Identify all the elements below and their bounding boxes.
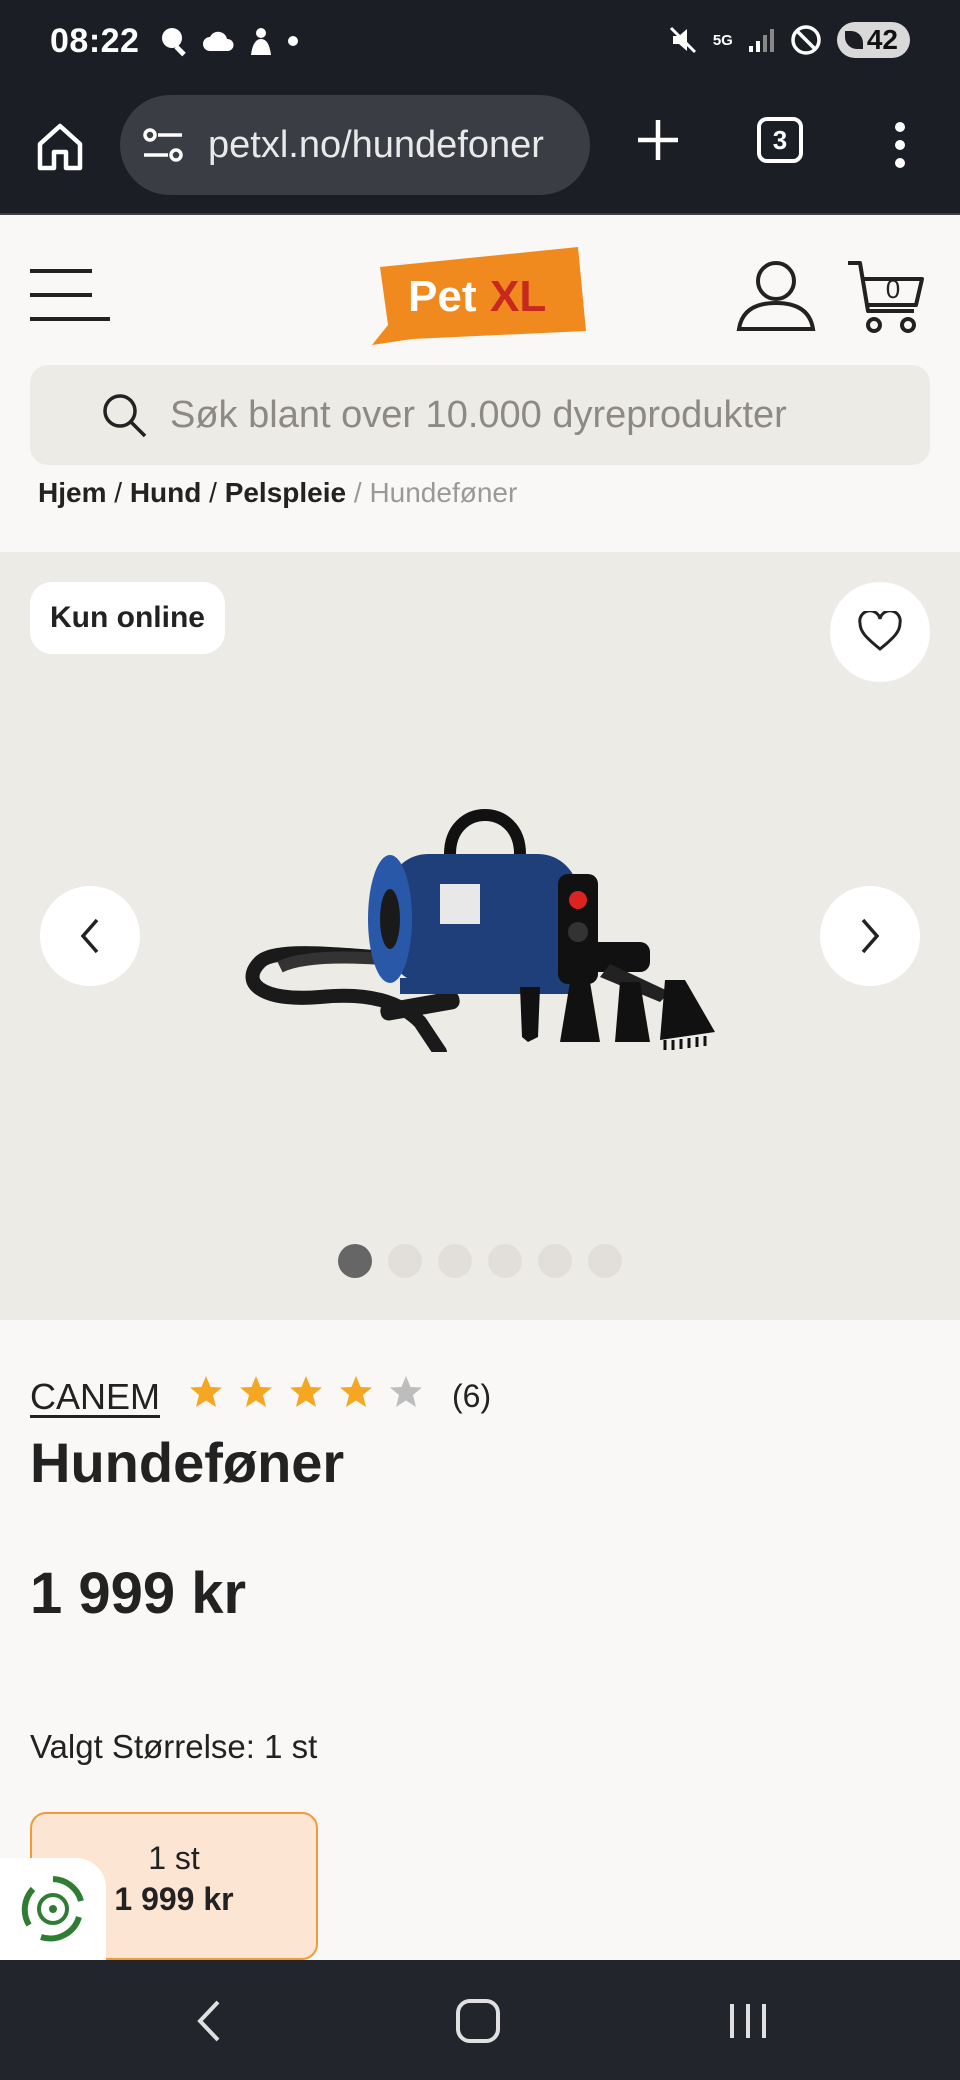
star-filled-icon — [240, 1376, 272, 1407]
do-not-disturb-icon — [791, 25, 821, 55]
recent-apps-nav-icon[interactable] — [718, 1996, 778, 2046]
notification-icons — [158, 24, 300, 58]
breadcrumb-separator: / — [106, 477, 130, 508]
home-nav-icon[interactable] — [448, 1996, 508, 2046]
product-price: 1 999 kr — [30, 1561, 247, 1626]
more-notifications-dot-icon — [288, 36, 298, 46]
site-header: Pet XL 0 Søk blant over 10.000 dyreprodu… — [0, 217, 960, 552]
heart-icon — [858, 611, 902, 651]
breadcrumb-pelspleie[interactable]: Pelspleie — [225, 477, 346, 508]
svg-text:XL: XL — [490, 272, 546, 321]
gallery-dot[interactable] — [438, 1244, 472, 1278]
status-bar: 08:22 5G 42 — [0, 0, 960, 90]
system-nav-bar — [0, 1960, 960, 2080]
gallery-next-button[interactable] — [820, 886, 920, 986]
browser-toolbar: petxl.no/hundefoner 3 — [0, 90, 960, 215]
browser-home-icon[interactable] — [30, 116, 90, 176]
svg-text:Pet: Pet — [408, 272, 477, 321]
mute-icon — [669, 26, 696, 54]
cart-button[interactable]: 0 — [846, 257, 928, 337]
network-type: 5G — [712, 31, 733, 49]
star-filled-icon — [190, 1376, 222, 1407]
gallery-dot[interactable] — [488, 1244, 522, 1278]
breadcrumb-separator: / — [346, 477, 370, 508]
rating-count[interactable]: (6) — [452, 1378, 491, 1415]
search-notification-icon — [162, 28, 186, 57]
breadcrumb-current: Hundeføner — [369, 477, 518, 508]
cloud-icon — [203, 31, 234, 51]
battery-indicator: 42 — [836, 22, 910, 58]
gallery-dot[interactable] — [538, 1244, 572, 1278]
address-bar[interactable]: petxl.no/hundefoner — [120, 95, 590, 195]
battery-level: 42 — [866, 24, 898, 55]
browser-menu-icon[interactable] — [880, 115, 920, 175]
back-nav-icon[interactable] — [180, 1996, 240, 2046]
eco-widget[interactable] — [0, 1858, 106, 1960]
notification-app-icon — [251, 28, 271, 55]
star-filled-icon — [290, 1376, 322, 1407]
breadcrumb-hund[interactable]: Hund — [130, 477, 202, 508]
gallery-dot[interactable] — [388, 1244, 422, 1278]
rating-stars[interactable] — [188, 1374, 424, 1410]
breadcrumb-separator: / — [201, 477, 225, 508]
signal-icon — [748, 29, 774, 52]
cart-count: 0 — [885, 274, 901, 304]
new-tab-icon[interactable] — [628, 110, 688, 170]
breadcrumb-home[interactable]: Hjem — [38, 477, 106, 508]
gallery-prev-button[interactable] — [40, 886, 140, 986]
petxl-logo[interactable]: Pet XL — [372, 245, 588, 345]
online-only-badge: Kun online — [30, 582, 225, 654]
search-placeholder: Søk blant over 10.000 dyreprodukter — [170, 393, 787, 436]
gallery-dot[interactable] — [338, 1244, 372, 1278]
recycle-icon — [21, 1876, 84, 1942]
star-filled-icon — [340, 1376, 372, 1407]
selected-size-label: Valgt Størrelse: 1 st — [30, 1728, 318, 1765]
hamburger-menu-icon[interactable] — [30, 267, 110, 323]
account-icon[interactable] — [735, 257, 817, 333]
battery-saver-icon — [844, 31, 863, 49]
brand-link[interactable]: CANEM — [30, 1376, 160, 1418]
gallery-dot[interactable] — [588, 1244, 622, 1278]
product-gallery[interactable]: Kun online — [0, 552, 960, 1320]
status-indicators: 5G 42 — [667, 22, 910, 58]
search-icon — [103, 394, 147, 438]
product-info: CANEM (6) Hundeføner 1 999 kr Valgt Stør… — [0, 1320, 960, 1960]
product-title: Hundeføner — [30, 1431, 345, 1494]
dog-dryer-product-image — [245, 809, 715, 1052]
breadcrumb: Hjem / Hund / Pelspleie / Hundeføner — [38, 477, 517, 517]
search-bar[interactable]: Søk blant over 10.000 dyreprodukter — [30, 365, 930, 465]
star-empty-icon — [390, 1376, 422, 1407]
url-text: petxl.no/hundefoner — [208, 123, 544, 166]
site-settings-icon[interactable] — [140, 125, 186, 165]
chevron-left-icon — [80, 918, 99, 954]
gallery-pagination — [338, 1244, 622, 1278]
favorite-button[interactable] — [830, 582, 930, 682]
tab-switcher-button[interactable]: 3 — [757, 117, 803, 163]
status-time: 08:22 — [50, 22, 140, 60]
chevron-right-icon — [861, 918, 880, 954]
